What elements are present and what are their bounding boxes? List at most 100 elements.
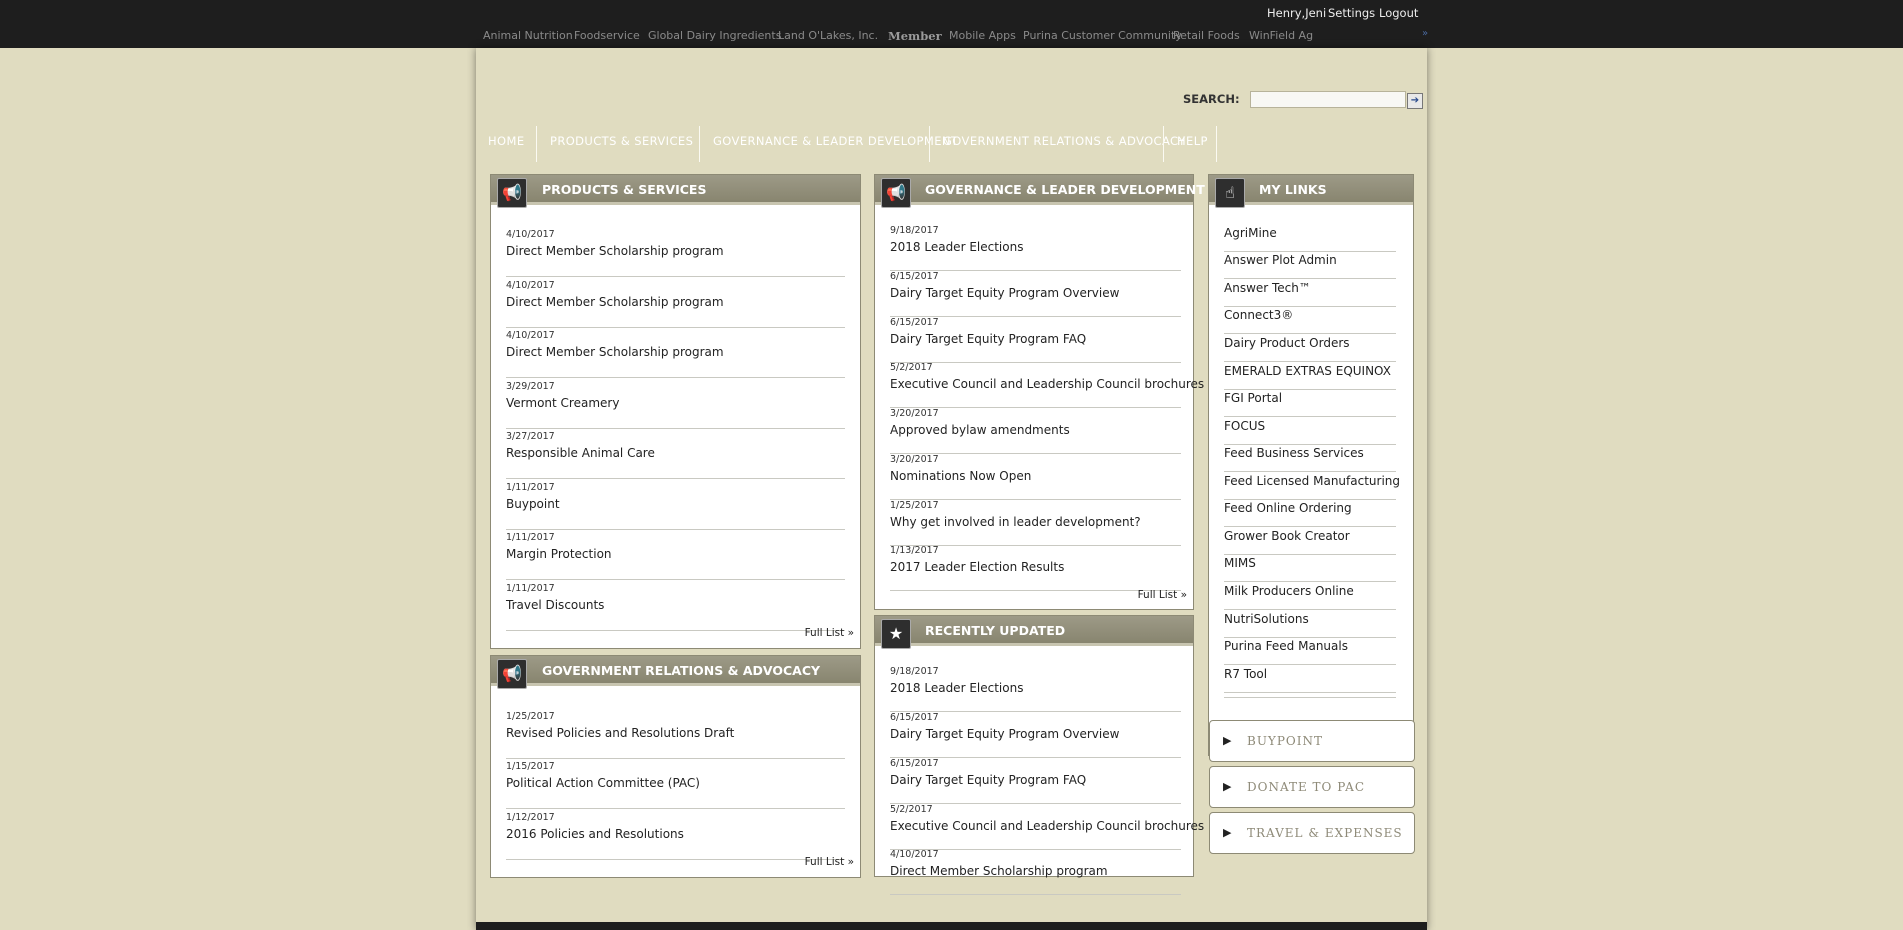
list-item-link[interactable]: 2016 Policies and Resolutions: [506, 827, 684, 841]
list-item-link[interactable]: Direct Member Scholarship program: [506, 244, 724, 258]
full-list-link[interactable]: Full List »: [1138, 589, 1187, 601]
my-link-item: EMERALD EXTRAS EQUINOX: [1224, 362, 1396, 390]
site-link-active[interactable]: Member: [888, 29, 942, 43]
list-item-link[interactable]: Political Action Committee (PAC): [506, 776, 700, 790]
site-link[interactable]: Retail Foods: [1173, 29, 1240, 42]
list-item-link[interactable]: Executive Council and Leadership Council…: [890, 819, 1204, 833]
recently-updated-panel: ★ RECENTLY UPDATED 9/18/2017 2018 Leader …: [874, 615, 1204, 895]
my-link[interactable]: MIMS: [1224, 556, 1256, 570]
list-item-link[interactable]: Direct Member Scholarship program: [506, 345, 724, 359]
list-item: 3/20/2017 Nominations Now Open: [890, 454, 1181, 500]
nav-governance[interactable]: GOVERNANCE & LEADER DEVELOPMENT: [700, 126, 958, 162]
nav-government-relations[interactable]: GOVERNMENT RELATIONS & ADVOCACY: [930, 126, 1185, 162]
nav-divider: [1216, 126, 1217, 162]
pointer-hand-icon: ☝: [1215, 178, 1245, 208]
my-link-item: Feed Business Services: [1224, 444, 1396, 472]
my-link[interactable]: Purina Feed Manuals: [1224, 639, 1348, 653]
list-item-link[interactable]: 2017 Leader Election Results: [890, 560, 1064, 574]
my-link-item: Grower Book Creator: [1224, 527, 1396, 555]
site-link[interactable]: Foodservice: [574, 29, 640, 42]
my-link[interactable]: FGI Portal: [1224, 391, 1282, 405]
list-item: 6/15/2017 Dairy Target Equity Program FAQ: [890, 758, 1181, 804]
my-link[interactable]: AgriMine: [1224, 226, 1277, 240]
list-item-link[interactable]: 2018 Leader Elections: [890, 240, 1023, 254]
site-link[interactable]: Animal Nutrition: [483, 29, 573, 42]
search-go-icon[interactable]: ➔: [1407, 93, 1423, 109]
user-name[interactable]: Henry,Jeni: [1267, 6, 1326, 20]
logout-link[interactable]: Logout: [1379, 6, 1418, 20]
my-link-divider: [1224, 692, 1396, 698]
products-panel: 📢 PRODUCTS & SERVICES 4/10/2017 Direct Me…: [490, 174, 861, 649]
megaphone-icon: 📢: [497, 659, 527, 689]
list-item: 1/12/2017 2016 Policies and Resolutions: [506, 812, 845, 860]
list-item-link[interactable]: Vermont Creamery: [506, 396, 619, 410]
my-link-item: Milk Producers Online: [1224, 582, 1396, 610]
full-list-link[interactable]: Full List »: [805, 856, 854, 868]
site-link[interactable]: Purina Customer Community: [1023, 29, 1182, 42]
search-label: SEARCH:: [1183, 92, 1240, 106]
list-item: 3/29/2017 Vermont Creamery: [506, 381, 845, 429]
my-link-item: Answer Tech™: [1224, 279, 1396, 307]
my-link[interactable]: Grower Book Creator: [1224, 529, 1350, 543]
list-item-link[interactable]: Approved bylaw amendments: [890, 423, 1070, 437]
top-bar: Henry,Jeni Settings Logout Animal Nutrit…: [0, 0, 1903, 48]
nav-home[interactable]: HOME: [476, 126, 536, 162]
list-item-link[interactable]: Why get involved in leader development?: [890, 515, 1141, 529]
play-arrow-icon: ▶: [1223, 780, 1232, 793]
full-list-link[interactable]: Full List »: [805, 627, 854, 639]
site-link[interactable]: WinField Ag: [1249, 29, 1313, 42]
list-item-link[interactable]: Direct Member Scholarship program: [890, 864, 1108, 878]
buypoint-button[interactable]: ▶ BUYPOINT: [1209, 720, 1415, 762]
my-link[interactable]: Answer Plot Admin: [1224, 253, 1337, 267]
governance-panel: 📢 GOVERNANCE & LEADER DEVELOPMENT 9/18/2…: [874, 174, 1205, 610]
my-link[interactable]: Milk Producers Online: [1224, 584, 1354, 598]
list-item: 3/27/2017 Responsible Animal Care: [506, 431, 845, 479]
my-link[interactable]: FOCUS: [1224, 419, 1265, 433]
nav-help[interactable]: HELP: [1164, 126, 1216, 162]
my-link-item: MIMS: [1224, 554, 1396, 582]
my-link[interactable]: EMERALD EXTRAS EQUINOX: [1224, 364, 1391, 378]
my-link[interactable]: R7 Tool: [1224, 667, 1267, 681]
list-item: 1/11/2017 Buypoint: [506, 482, 845, 530]
nav-products-services[interactable]: PRODUCTS & SERVICES: [537, 126, 699, 162]
list-item-link[interactable]: Responsible Animal Care: [506, 446, 655, 460]
list-item: 4/10/2017 Direct Member Scholarship progr…: [506, 280, 845, 328]
user-links: Henry,Jeni Settings Logout: [0, 6, 1903, 22]
my-link[interactable]: NutriSolutions: [1224, 612, 1309, 626]
travel-expenses-button[interactable]: ▶ TRAVEL & EXPENSES: [1209, 812, 1415, 854]
list-item-link[interactable]: Travel Discounts: [506, 598, 604, 612]
list-item-link[interactable]: Nominations Now Open: [890, 469, 1031, 483]
list-item-link[interactable]: Executive Council and Leadership Council…: [890, 377, 1204, 391]
my-link[interactable]: Answer Tech™: [1224, 281, 1311, 295]
panel-header: 📢 GOVERNANCE & LEADER DEVELOPMENT: [875, 175, 1205, 208]
list-item-link[interactable]: Buypoint: [506, 497, 560, 511]
list-item-link[interactable]: Margin Protection: [506, 547, 612, 561]
list-item-link[interactable]: Direct Member Scholarship program: [506, 295, 724, 309]
list-item: 6/15/2017 Dairy Target Equity Program FAQ: [890, 317, 1181, 363]
site-link[interactable]: Mobile Apps: [949, 29, 1016, 42]
expand-icon[interactable]: »: [1422, 28, 1428, 39]
my-link[interactable]: Feed Online Ordering: [1224, 501, 1352, 515]
site-link[interactable]: Land O'Lakes, Inc.: [778, 29, 878, 42]
panel-title: GOVERNMENT RELATIONS & ADVOCACY: [542, 663, 821, 678]
my-link[interactable]: Feed Licensed Manufacturing: [1224, 474, 1400, 488]
list-item-link[interactable]: Dairy Target Equity Program Overview: [890, 286, 1119, 300]
list-item-link[interactable]: Dairy Target Equity Program FAQ: [890, 773, 1086, 787]
panel-header: ☝ MY LINKS: [1209, 175, 1413, 208]
panel-title: RECENTLY UPDATED: [925, 623, 1066, 638]
list-item-link[interactable]: Dairy Target Equity Program FAQ: [890, 332, 1086, 346]
my-link[interactable]: Dairy Product Orders: [1224, 336, 1350, 350]
list-item: 1/25/2017 Revised Policies and Resolution…: [506, 711, 845, 759]
list-item-link[interactable]: Revised Policies and Resolutions Draft: [506, 726, 734, 740]
play-arrow-icon: ▶: [1223, 826, 1232, 839]
my-link[interactable]: Connect3®: [1224, 308, 1293, 322]
donate-to-pac-button[interactable]: ▶ DONATE TO PAC: [1209, 766, 1415, 808]
settings-link[interactable]: Settings: [1328, 6, 1375, 20]
my-link-item: Feed Online Ordering: [1224, 499, 1396, 527]
my-link[interactable]: Feed Business Services: [1224, 446, 1364, 460]
list-item-link[interactable]: 2018 Leader Elections: [890, 681, 1023, 695]
my-link-item: NutriSolutions: [1224, 610, 1396, 638]
site-link[interactable]: Global Dairy Ingredients: [648, 29, 781, 42]
list-item-link[interactable]: Dairy Target Equity Program Overview: [890, 727, 1119, 741]
search-input[interactable]: [1250, 91, 1406, 108]
